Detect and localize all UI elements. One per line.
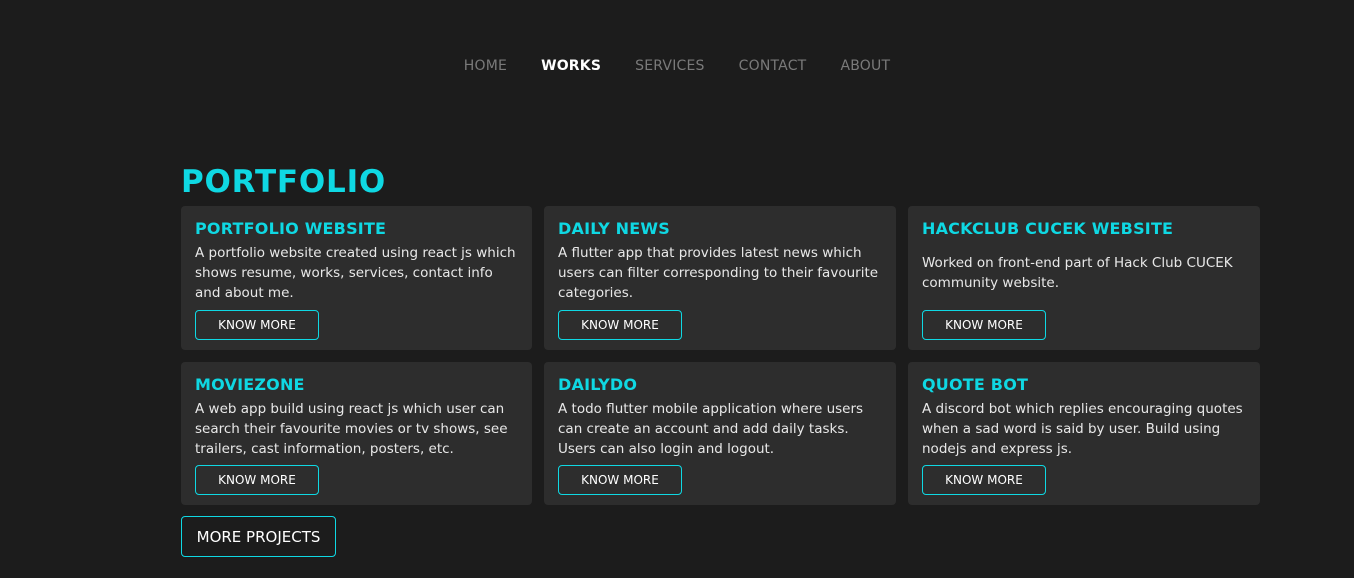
project-card-hackclub-cucek-website: HACKCLUB CUCEK WEBSITE Worked on front-e…	[908, 206, 1260, 350]
know-more-button[interactable]: KNOW MORE	[195, 310, 319, 340]
project-title: DAILY NEWS	[558, 219, 670, 238]
project-description: A web app build using react js which use…	[195, 401, 508, 457]
nav-works-link[interactable]: WORKS	[541, 58, 601, 74]
project-description: A todo flutter mobile application where …	[558, 401, 864, 457]
project-title: QUOTE BOT	[922, 375, 1029, 394]
know-more-button[interactable]: KNOW MORE	[922, 310, 1046, 340]
project-card-moviezone: MOVIEZONE A web app build using react js…	[181, 362, 532, 505]
nav-home-link[interactable]: HOME	[464, 58, 507, 74]
project-description: A flutter app that provides latest news …	[558, 245, 879, 301]
know-more-button[interactable]: KNOW MORE	[558, 465, 682, 495]
project-description: A discord bot which replies encouraging …	[922, 401, 1243, 457]
project-description: Worked on front-end part of Hack Club CU…	[922, 255, 1233, 291]
projects-grid: PORTFOLIO WEBSITE A portfolio website cr…	[181, 206, 1260, 505]
more-projects-button[interactable]: MORE PROJECTS	[181, 516, 336, 557]
nav-contact-link[interactable]: CONTACT	[739, 58, 807, 74]
nav-services-link[interactable]: SERVICES	[635, 58, 705, 74]
nav-about-link[interactable]: ABOUT	[840, 58, 890, 74]
project-title: MOVIEZONE	[195, 375, 305, 394]
portfolio-title: PORTFOLIO	[181, 164, 387, 200]
project-card-daily-news: DAILY NEWS A flutter app that provides l…	[544, 206, 896, 350]
project-card-dailydo: DAILYDO A todo flutter mobile applicatio…	[544, 362, 896, 505]
project-card-quote-bot: QUOTE BOT A discord bot which replies en…	[908, 362, 1260, 505]
project-description: A portfolio website created using react …	[195, 245, 516, 301]
project-title: HACKCLUB CUCEK WEBSITE	[922, 219, 1174, 238]
project-title: DAILYDO	[558, 375, 638, 394]
project-title: PORTFOLIO WEBSITE	[195, 219, 387, 238]
know-more-button[interactable]: KNOW MORE	[922, 465, 1046, 495]
top-nav: HOME WORKS SERVICES CONTACT ABOUT	[0, 58, 1354, 74]
project-card-portfolio-website: PORTFOLIO WEBSITE A portfolio website cr…	[181, 206, 532, 350]
know-more-button[interactable]: KNOW MORE	[558, 310, 682, 340]
know-more-button[interactable]: KNOW MORE	[195, 465, 319, 495]
